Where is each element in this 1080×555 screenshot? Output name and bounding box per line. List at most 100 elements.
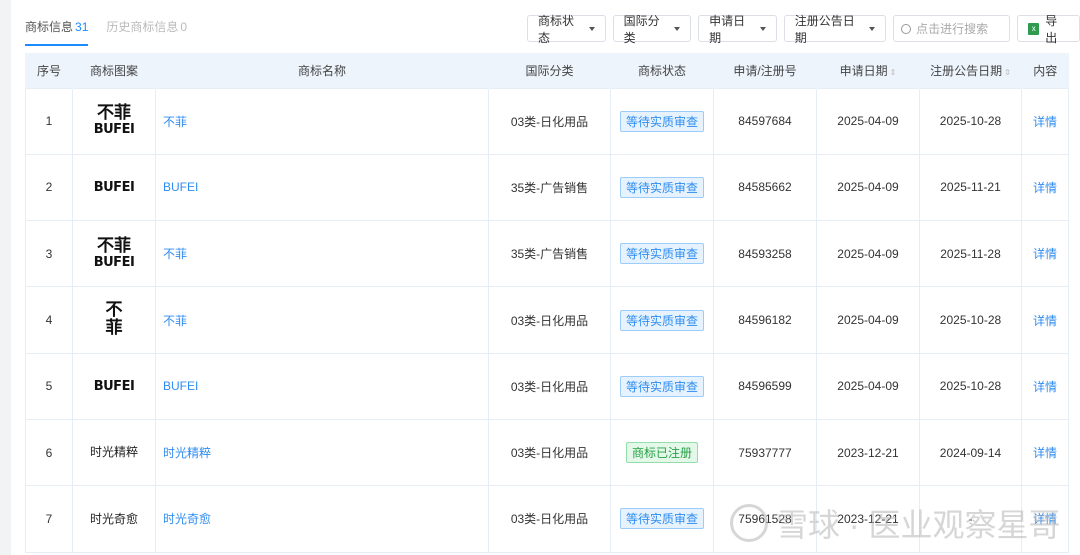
search-input[interactable]: 点击进行搜索 [893,15,1011,42]
tab-label: 历史商标信息 [106,20,179,34]
tab-count: 31 [75,20,89,34]
detail-link[interactable]: 详情 [1033,380,1057,394]
detail-link[interactable]: 详情 [1033,181,1057,195]
search-icon [901,23,912,34]
status-cell: 等待实质审查 [610,153,714,222]
reg-no-cell: 75937777 [713,418,817,487]
reg-no-cell: 84597684 [713,87,817,155]
table-row: 6 时光精粹 时光精粹 03类-日化用品 商标已注册 75937777 2023… [25,418,1069,487]
sort-icon[interactable]: ⇕ [1004,68,1011,77]
pub-date-cell: 2025-10-28 [919,87,1022,155]
status-badge: 等待实质审查 [619,176,704,198]
trademark-name-link[interactable]: 时光精粹 [163,446,211,460]
row-index: 2 [25,153,73,222]
trademark-table: 序号 商标图案 商标名称 国际分类 商标状态 申请/注册号 申请日期 ⇕ 注册公告… [25,53,1069,553]
caret-down-icon [759,26,766,31]
content-cell: 详情 [1021,220,1069,288]
excel-icon: x [1028,22,1040,35]
header-pub-date[interactable]: 注册公告日期 ⇕ [919,53,1022,88]
header-label: 注册公告日期 [930,63,1003,78]
trademark-name-link[interactable]: 不菲 [163,314,187,328]
apply-date-cell: 2025-04-09 [816,286,920,354]
apply-date-filter-dropdown[interactable]: 申请日期 [698,14,777,45]
class-filter-dropdown[interactable]: 国际分类 [612,14,692,45]
row-index: 3 [25,220,73,288]
header-apply-date[interactable]: 申请日期 ⇕ [816,53,920,88]
trademark-name-link[interactable]: 时光奇愈 [163,512,211,526]
tab-trademark-info[interactable]: 商标信息 31 [25,18,89,46]
status-badge: 等待实质审查 [619,110,704,132]
class-cell: 03类-日化用品 [488,418,611,487]
header-content: 内容 [1021,53,1069,88]
filter-toolbar: 商标状态 国际分类 申请日期 注册公告日期 点击进行搜索 x 导出 [527,14,1080,45]
class-cell: 35类-广告销售 [488,153,611,222]
trademark-name-link[interactable]: 不菲 [163,247,187,261]
status-badge: 等待实质审查 [619,309,704,331]
logo-cn: 不菲 [97,103,131,124]
watermark: 雪球 · 医业观察星哥 [730,500,1060,546]
reg-no-cell: 84596599 [713,352,817,420]
table-row: 3 不菲 BUFEI 不菲 35类-广告销售 等待实质审查 84593258 20… [25,220,1069,288]
name-cell: BUFEI [155,153,489,222]
detail-link[interactable]: 详情 [1033,115,1057,129]
watermark-text: 雪球 · 医业观察星哥 [776,507,1061,543]
header-name: 商标名称 [155,53,489,88]
status-filter-dropdown[interactable]: 商标状态 [527,14,606,45]
content-cell: 详情 [1021,352,1069,420]
name-cell: 不菲 [155,87,489,155]
name-cell: 不菲 [155,286,489,354]
header-status: 商标状态 [610,53,714,88]
tab-label: 商标信息 [25,20,74,34]
reg-no-cell: 84585662 [713,153,817,222]
header-index: 序号 [25,53,73,88]
dropdown-label: 商标状态 [538,13,575,45]
header-class: 国际分类 [488,53,611,88]
status-badge: 商标已注册 [625,442,698,464]
header-label: 申请日期 [839,63,888,78]
export-button[interactable]: x 导出 [1017,14,1080,45]
pub-date-filter-dropdown[interactable]: 注册公告日期 [783,14,887,45]
pub-date-cell: 2025-11-21 [919,153,1022,222]
logo-en: BUFEI [93,179,135,195]
table-header: 序号 商标图案 商标名称 国际分类 商标状态 申请/注册号 申请日期 ⇕ 注册公告… [25,53,1069,88]
name-cell: 时光精粹 [155,418,489,487]
trademark-name-link[interactable]: BUFEI [163,180,198,194]
header-reg-no: 申请/注册号 [713,53,817,88]
class-cell: 03类-日化用品 [488,286,611,354]
apply-date-cell: 2025-04-09 [816,352,920,420]
status-badge: 等待实质审查 [619,508,704,530]
status-badge: 等待实质审查 [619,243,704,265]
logo-cn: 不菲 [97,236,131,256]
class-cell: 03类-日化用品 [488,87,611,155]
reg-no-cell: 84593258 [713,220,817,288]
export-label: 导出 [1045,13,1058,45]
dropdown-label: 申请日期 [709,13,746,45]
pub-date-cell: 2025-10-28 [919,352,1022,420]
dropdown-label: 国际分类 [623,13,660,45]
name-cell: 时光奇愈 [155,485,489,553]
sort-icon[interactable]: ⇕ [890,68,897,77]
status-cell: 等待实质审查 [610,485,714,553]
detail-link[interactable]: 详情 [1033,314,1057,328]
detail-link[interactable]: 详情 [1033,247,1057,261]
status-badge: 等待实质审查 [619,375,704,397]
trademark-name-link[interactable]: BUFEI [163,379,198,393]
row-index: 1 [25,87,73,155]
logo-text: 时光精粹 [89,445,138,460]
table-row: 5 BUFEI BUFEI 03类-日化用品 等待实质审查 84596599 2… [25,352,1069,420]
logo-cn-2: 菲 [105,318,123,339]
status-cell: 等待实质审查 [610,220,714,288]
apply-date-cell: 2025-04-09 [816,220,920,288]
status-cell: 商标已注册 [610,418,714,487]
name-cell: 不菲 [155,220,489,288]
trademark-logo: BUFEI [72,153,156,222]
search-placeholder: 点击进行搜索 [916,22,989,36]
row-index: 6 [25,418,73,487]
trademark-logo: 时光精粹 [72,418,156,487]
class-cell: 03类-日化用品 [488,352,611,420]
trademark-name-link[interactable]: 不菲 [163,115,187,129]
detail-link[interactable]: 详情 [1033,446,1057,460]
content-cell: 详情 [1021,153,1069,222]
trademark-logo: 不菲 BUFEI [72,220,156,288]
tab-history-trademark[interactable]: 历史商标信息 0 [106,18,187,46]
